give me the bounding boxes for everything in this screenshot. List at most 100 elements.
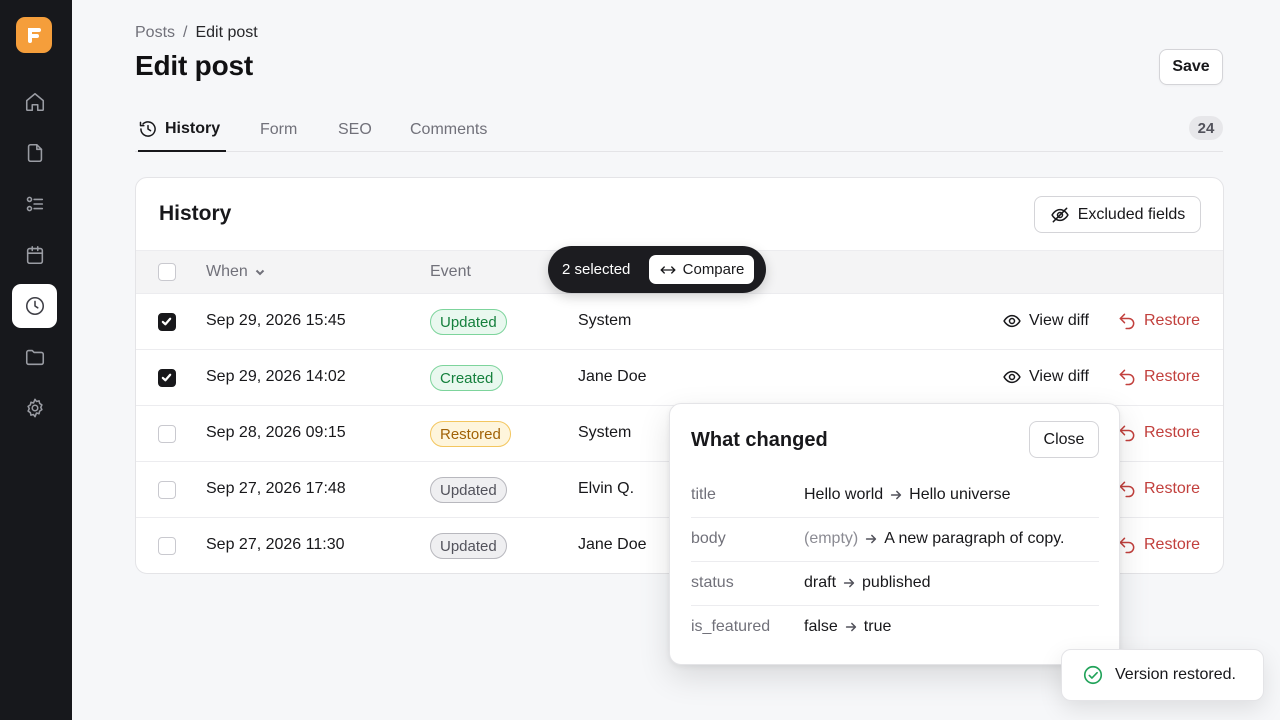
close-button[interactable]: Close [1029,421,1099,458]
history-title: History [159,202,232,225]
sidebar-item-history[interactable] [12,284,57,328]
check-icon [161,373,172,382]
row-actor: Elvin Q. [578,480,635,497]
page-title: Edit post [135,50,253,81]
sidebar-item-settings[interactable] [12,386,57,430]
excluded-fields-label: Excluded fields [1077,205,1186,223]
tab-seo[interactable]: SEO [338,108,372,151]
event-badge: Created [430,365,504,391]
row-checkbox[interactable] [158,537,176,555]
compare-button[interactable]: Compare [649,255,754,284]
view-diff-button[interactable]: View diff [1002,311,1089,331]
restore-label: Restore [1144,368,1201,385]
diff-row: is_featured false true [691,606,1099,650]
save-button[interactable]: Save [1159,49,1223,85]
tab-history-label: History [165,120,221,137]
chevron-down-icon [255,269,265,276]
gear-icon [26,398,43,418]
table-row: Sep 29, 2026 15:45 Updated System View d… [136,294,1223,350]
event-badge: Restored [430,421,511,447]
diff-values: Hello world Hello universe [804,486,1011,504]
column-when[interactable]: When [206,263,266,281]
breadcrumb: Posts / Edit post [135,24,258,42]
restore-button[interactable]: Restore [1117,423,1200,443]
restore-button[interactable]: Restore [1117,367,1200,387]
row-actor: Jane Doe [578,536,647,553]
sidebar-item-pages[interactable] [12,131,57,175]
row-when: Sep 29, 2026 15:45 [206,312,346,329]
diff-values: (empty) A new paragraph of copy. [804,530,1065,548]
eye-icon [1003,370,1021,384]
restore-button[interactable]: Restore [1117,479,1200,499]
column-when-label: When [206,263,248,280]
history-icon [139,121,156,137]
brand-logo[interactable] [16,17,52,53]
restore-button[interactable]: Restore [1117,535,1200,555]
selected-count: 2 selected [562,261,631,278]
row-when: Sep 28, 2026 09:15 [206,424,346,441]
row-when: Sep 27, 2026 17:48 [206,480,346,497]
tab-form-label: Form [260,120,298,138]
view-diff-button[interactable]: View diff [1002,367,1089,387]
row-checkbox[interactable] [158,481,176,499]
arrows-horizontal-icon [660,265,676,274]
column-event: Event [430,263,471,280]
view-diff-label: View diff [1029,368,1089,385]
breadcrumb-current: Edit post [195,24,258,41]
undo-icon [1119,369,1135,386]
select-all-checkbox[interactable] [158,263,176,281]
selection-toolbar: 2 selected Compare [548,246,766,293]
row-checkbox[interactable] [158,369,176,387]
tab-form[interactable]: Form [260,108,297,151]
diff-new-value: published [862,574,931,591]
diff-old-value: false [804,618,838,635]
diff-values: draft published [804,574,931,592]
version-count-badge: 24 [1189,116,1223,140]
sidebar-item-calendar[interactable] [12,233,57,277]
list-icon [26,196,43,212]
row-when: Sep 27, 2026 11:30 [206,536,345,553]
folder-icon [25,349,44,366]
arrow-right-icon [845,622,856,632]
arrow-right-icon [890,490,902,500]
event-badge: Updated [430,309,507,335]
tab-comments[interactable]: Comments [410,108,487,151]
diff-values: false true [804,618,891,636]
event-badge: Updated [430,533,507,559]
diff-row: status draft published [691,562,1099,606]
excluded-fields-button[interactable]: Excluded fields [1034,196,1201,233]
row-checkbox[interactable] [158,313,176,331]
sidebar-item-home[interactable] [12,80,57,124]
undo-icon [1119,313,1135,330]
diff-popover-title: What changed [691,429,828,451]
diff-row: body (empty) A new paragraph of copy. [691,518,1099,562]
diff-popover: What changed Close title Hello world Hel… [669,403,1120,665]
tab-comments-label: Comments [410,120,488,138]
restore-label: Restore [1144,312,1201,329]
row-actor: System [578,424,632,441]
diff-old-value: draft [804,574,837,591]
diff-field-name: title [691,486,716,503]
restore-label: Restore [1144,480,1201,497]
row-checkbox[interactable] [158,425,176,443]
restore-label: Restore [1144,536,1201,553]
breadcrumb-parent[interactable]: Posts [135,24,175,42]
row-when: Sep 29, 2026 14:02 [206,368,346,385]
diff-old-value: Hello world [804,486,884,503]
restore-label: Restore [1144,424,1201,441]
arrow-right-icon [866,534,877,544]
tab-history[interactable]: History [138,108,227,152]
table-row: Sep 29, 2026 14:02 Created Jane Doe View… [136,350,1223,406]
diff-new-value: A new paragraph of copy. [884,530,1065,547]
compare-label: Compare [682,261,745,278]
tab-bar: History Form SEO Comments 24 [135,108,1223,152]
restore-button[interactable]: Restore [1117,311,1200,331]
eye-icon [1003,314,1021,328]
diff-new-value: Hello universe [909,486,1011,503]
diff-field-name: body [691,530,726,547]
breadcrumb-separator: / [183,24,188,41]
sidebar-item-folders[interactable] [12,335,57,379]
sidebar-item-lists[interactable] [12,182,57,226]
view-diff-label: View diff [1029,312,1089,329]
calendar-icon [26,245,43,265]
